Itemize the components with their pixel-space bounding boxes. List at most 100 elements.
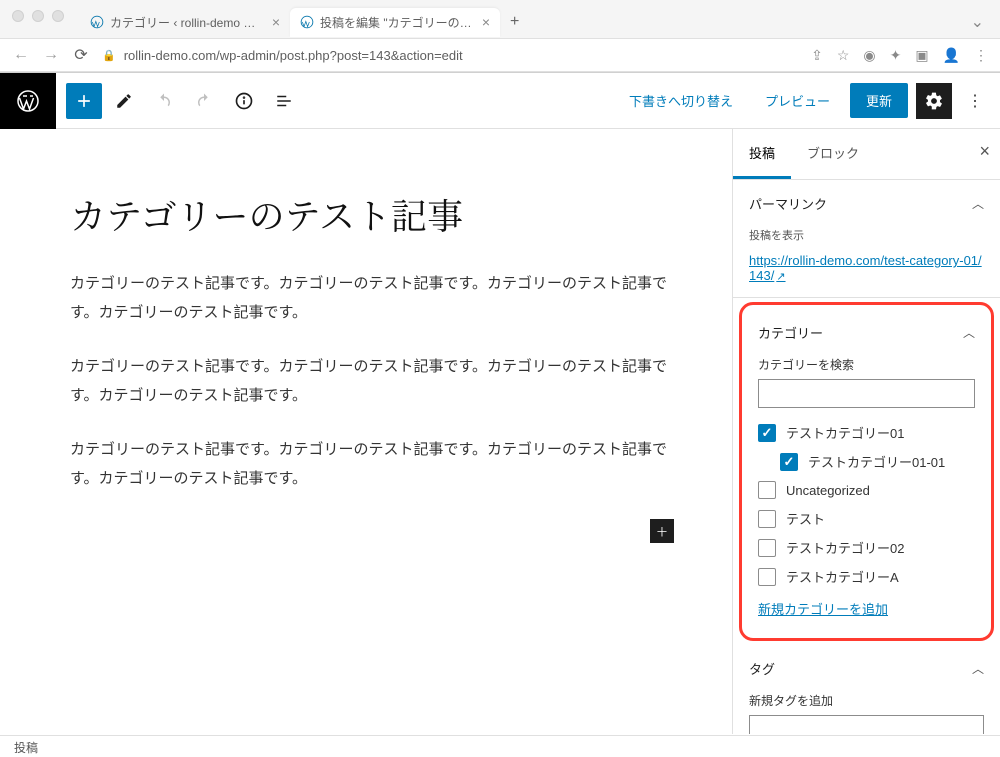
chevron-down-icon[interactable]: ⌄ xyxy=(971,12,1000,32)
category-label: テストカテゴリー01-01 xyxy=(808,452,945,471)
category-item[interactable]: テスト xyxy=(758,504,975,533)
panel-body-tags: 新規タグを追加 半角コンマまたはエンターキーで区切ります。 xyxy=(733,692,1000,734)
panel-header-category[interactable]: カテゴリー ︿ xyxy=(742,309,991,356)
chevron-up-icon: ︿ xyxy=(963,324,975,341)
category-label: Uncategorized xyxy=(786,483,870,498)
undo-button[interactable] xyxy=(146,83,182,119)
panel-title: タグ xyxy=(749,659,775,678)
panel-title: パーマリンク xyxy=(749,194,827,213)
camera-icon[interactable]: ◉ xyxy=(863,47,875,64)
category-item[interactable]: テストカテゴリー02 xyxy=(758,533,975,562)
footer-breadcrumb[interactable]: 投稿 xyxy=(0,735,1000,757)
post-paragraph[interactable]: カテゴリーのテスト記事です。カテゴリーのテスト記事です。カテゴリーのテスト記事で… xyxy=(70,353,682,410)
highlight-annotation: カテゴリー ︿ カテゴリーを検索 テストカテゴリー01 テストカテゴリー01-01… xyxy=(739,302,994,641)
window-maximize[interactable] xyxy=(52,10,64,22)
tab-title: 投稿を編集 "カテゴリーのテスト記 xyxy=(320,14,476,31)
category-label: テストカテゴリーA xyxy=(786,567,899,586)
breadcrumb-item: 投稿 xyxy=(14,741,38,755)
view-post-label: 投稿を表示 xyxy=(733,227,1000,243)
panel-header-permalink[interactable]: パーマリンク ︿ xyxy=(733,180,1000,227)
draft-switch-button[interactable]: 下書きへ切り替え xyxy=(617,83,745,118)
extension-icon[interactable]: ▣ xyxy=(915,47,928,64)
panel-tags: タグ ︿ 新規タグを追加 半角コンマまたはエンターキーで区切ります。 xyxy=(733,645,1000,734)
editor-body: カテゴリーのテスト記事 カテゴリーのテスト記事です。カテゴリーのテスト記事です。… xyxy=(0,129,1000,734)
menu-icon[interactable]: ⋮ xyxy=(974,47,988,64)
reload-button[interactable]: ⟳ xyxy=(72,45,90,65)
panel-title: カテゴリー xyxy=(758,323,823,342)
close-icon[interactable]: × xyxy=(482,14,490,30)
checkbox[interactable] xyxy=(780,453,798,471)
url-text: rollin-demo.com/wp-admin/post.php?post=1… xyxy=(124,48,463,63)
panel-body-category: カテゴリーを検索 テストカテゴリー01 テストカテゴリー01-01 Uncatego… xyxy=(742,356,991,634)
panel-permalink: パーマリンク ︿ 投稿を表示 https://rollin-demo.com/t… xyxy=(733,180,1000,298)
chevron-up-icon: ︿ xyxy=(972,195,984,212)
new-tab-button[interactable]: + xyxy=(500,9,529,35)
wordpress-logo[interactable] xyxy=(0,73,56,129)
checkbox[interactable] xyxy=(758,481,776,499)
post-title[interactable]: カテゴリーのテスト記事 xyxy=(70,189,682,240)
browser-chrome: カテゴリー ‹ rollin-demo — Wor... × 投稿を編集 "カテ… xyxy=(0,0,1000,73)
category-item[interactable]: テストカテゴリー01-01 xyxy=(758,447,975,476)
sidebar-tabs: 投稿 ブロック × xyxy=(733,129,1000,180)
tag-input[interactable] xyxy=(749,715,984,734)
lock-icon: 🔒 xyxy=(102,49,116,62)
outline-button[interactable] xyxy=(266,83,302,119)
window-minimize[interactable] xyxy=(32,10,44,22)
toolbar-left xyxy=(56,83,312,119)
toolbar-right: 下書きへ切り替え プレビュー 更新 ⋮ xyxy=(617,83,1000,119)
extension-icon[interactable]: ✦ xyxy=(890,47,902,64)
preview-button[interactable]: プレビュー xyxy=(753,83,842,118)
close-icon[interactable]: × xyxy=(272,14,280,30)
category-search-input[interactable] xyxy=(758,379,975,408)
post-paragraph[interactable]: カテゴリーのテスト記事です。カテゴリーのテスト記事です。カテゴリーのテスト記事で… xyxy=(70,436,682,493)
category-label: テストカテゴリー01 xyxy=(786,423,904,442)
bookmark-icon[interactable]: ☆ xyxy=(837,47,850,64)
checkbox[interactable] xyxy=(758,568,776,586)
panel-category: カテゴリー ︿ カテゴリーを検索 テストカテゴリー01 テストカテゴリー01-01… xyxy=(742,309,991,634)
category-item[interactable]: テストカテゴリーA xyxy=(758,562,975,591)
checkbox[interactable] xyxy=(758,539,776,557)
permalink-url[interactable]: https://rollin-demo.com/test-category-01… xyxy=(733,253,1000,297)
settings-sidebar: 投稿 ブロック × パーマリンク ︿ 投稿を表示 https://rollin-… xyxy=(732,129,1000,734)
profile-icon[interactable]: 👤 xyxy=(943,47,960,64)
window-close[interactable] xyxy=(12,10,24,22)
more-button[interactable]: ⋮ xyxy=(960,83,990,119)
close-sidebar-button[interactable]: × xyxy=(979,141,990,162)
category-label: テストカテゴリー02 xyxy=(786,538,904,557)
browser-actions: ⇪ ☆ ◉ ✦ ▣ 👤 ⋮ xyxy=(811,47,988,64)
panel-header-tags[interactable]: タグ ︿ xyxy=(733,645,1000,692)
address-bar[interactable]: 🔒 rollin-demo.com/wp-admin/post.php?post… xyxy=(102,48,799,63)
add-block-button[interactable] xyxy=(66,83,102,119)
checkbox[interactable] xyxy=(758,424,776,442)
info-button[interactable] xyxy=(226,83,262,119)
browser-tab-inactive[interactable]: カテゴリー ‹ rollin-demo — Wor... × xyxy=(80,8,290,37)
share-icon[interactable]: ⇪ xyxy=(811,47,823,64)
tab-block[interactable]: ブロック xyxy=(791,129,875,179)
checkbox[interactable] xyxy=(758,510,776,528)
category-item[interactable]: Uncategorized xyxy=(758,476,975,504)
category-search-label: カテゴリーを検索 xyxy=(758,356,975,373)
edit-mode-button[interactable] xyxy=(106,83,142,119)
address-bar-row: ← → ⟳ 🔒 rollin-demo.com/wp-admin/post.ph… xyxy=(0,38,1000,72)
editor-canvas[interactable]: カテゴリーのテスト記事 カテゴリーのテスト記事です。カテゴリーのテスト記事です。… xyxy=(0,129,732,734)
wordpress-icon xyxy=(90,15,104,29)
tab-post[interactable]: 投稿 xyxy=(733,129,791,179)
back-button[interactable]: ← xyxy=(12,46,30,64)
add-category-link[interactable]: 新規カテゴリーを追加 xyxy=(758,599,888,618)
browser-tab-active[interactable]: 投稿を編集 "カテゴリーのテスト記 × xyxy=(290,8,500,37)
browser-tabs: カテゴリー ‹ rollin-demo — Wor... × 投稿を編集 "カテ… xyxy=(0,0,1000,38)
external-icon: ↗ xyxy=(776,271,785,283)
settings-button[interactable] xyxy=(916,83,952,119)
publish-button[interactable]: 更新 xyxy=(850,83,908,118)
category-label: テスト xyxy=(786,509,825,528)
chevron-up-icon: ︿ xyxy=(972,660,984,677)
editor-topbar: 下書きへ切り替え プレビュー 更新 ⋮ xyxy=(0,73,1000,129)
category-list: テストカテゴリー01 テストカテゴリー01-01 Uncategorized テストテ… xyxy=(758,418,975,591)
category-item[interactable]: テストカテゴリー01 xyxy=(758,418,975,447)
redo-button[interactable] xyxy=(186,83,222,119)
append-block-button[interactable]: + xyxy=(650,519,674,543)
post-paragraph[interactable]: カテゴリーのテスト記事です。カテゴリーのテスト記事です。カテゴリーのテスト記事で… xyxy=(70,270,682,327)
wordpress-icon xyxy=(300,15,314,29)
forward-button[interactable]: → xyxy=(42,46,60,64)
window-controls xyxy=(0,0,76,22)
